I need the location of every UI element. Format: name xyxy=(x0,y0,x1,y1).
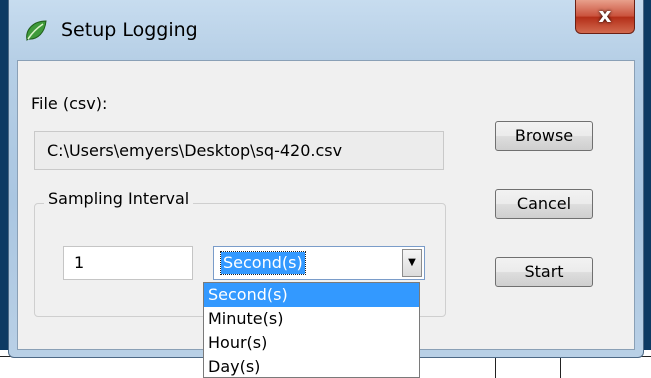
dropdown-option-hours[interactable]: Hour(s) xyxy=(204,331,419,355)
file-label: File (csv): xyxy=(31,94,108,113)
interval-unit-selected-value: Second(s) xyxy=(220,251,306,275)
file-path-field[interactable]: C:\Users\emyers\Desktop\sq-420.csv xyxy=(34,131,444,170)
cancel-button[interactable]: Cancel xyxy=(495,189,593,219)
dropdown-option-minutes[interactable]: Minute(s) xyxy=(204,307,419,331)
interval-unit-select[interactable]: Second(s) ▼ xyxy=(213,246,425,280)
start-button[interactable]: Start xyxy=(495,257,593,287)
close-icon: x xyxy=(598,3,612,27)
interval-unit-dropdown-list: Second(s) Minute(s) Hour(s) Day(s) xyxy=(203,282,420,378)
dropdown-option-seconds[interactable]: Second(s) xyxy=(204,283,419,307)
window-title: Setup Logging xyxy=(61,19,198,41)
dropdown-option-days[interactable]: Day(s) xyxy=(204,355,419,377)
title-bar[interactable]: Setup Logging x xyxy=(9,0,643,60)
browse-button[interactable]: Browse xyxy=(495,121,593,151)
sampling-interval-label: Sampling Interval xyxy=(44,189,194,208)
dropdown-arrow-button[interactable]: ▼ xyxy=(402,249,422,277)
chevron-down-icon: ▼ xyxy=(408,257,416,268)
green-leaf-icon xyxy=(26,20,47,42)
close-button[interactable]: x xyxy=(575,0,635,34)
interval-value-input[interactable]: 1 xyxy=(63,246,193,280)
